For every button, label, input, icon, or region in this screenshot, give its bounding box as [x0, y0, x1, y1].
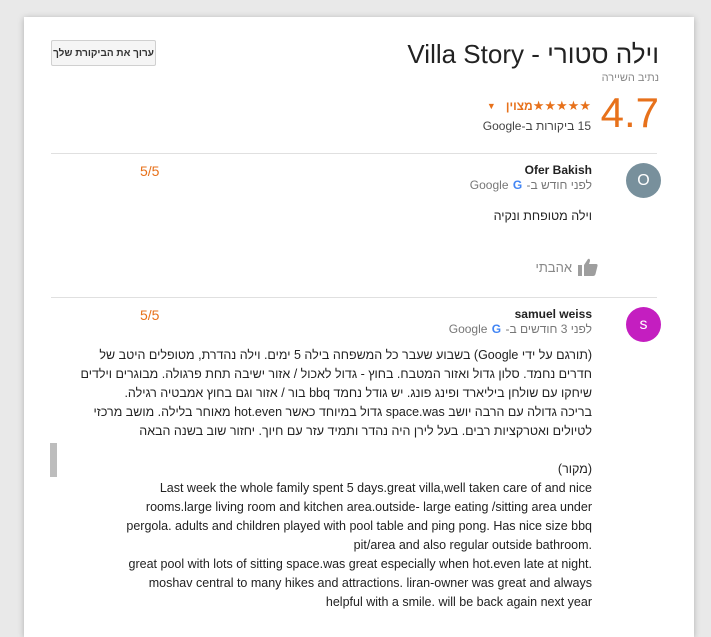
review-line: pergola. adults and children played with…: [126, 519, 592, 533]
divider: [51, 153, 657, 154]
review-original-text: Last week the whole family spent 5 days.…: [62, 479, 592, 612]
review-line: (תורגם על ידי Google) בשבוע שעבר כל המשפ…: [99, 348, 592, 362]
reviewer-name[interactable]: Ofer Bakish: [525, 163, 592, 177]
rating-summary[interactable]: ★★★★★ מצוין ▼: [487, 98, 591, 114]
thumbs-up-icon: [578, 258, 598, 276]
scrollbar-thumb[interactable]: [50, 443, 57, 477]
divider: [51, 297, 657, 298]
average-rating: 4.7: [600, 89, 659, 136]
review-source: Google: [448, 322, 488, 336]
reviewer-name[interactable]: samuel weiss: [515, 307, 592, 321]
reviews-dialog: ערוך את הביקורת שלך וילה סטורי - Villa S…: [24, 17, 694, 637]
rating-stars-icon: ★★★★★: [532, 98, 591, 113]
review-line: שיחקו עם שולחן ביליארד ופינג פונג. יש גו…: [124, 386, 592, 400]
review-line: moshav central to many hikes and attract…: [148, 576, 592, 590]
avatar[interactable]: s: [626, 307, 661, 342]
place-address: נתיב השיירה: [601, 72, 659, 84]
review-line: helpful with a smile. will be back again…: [325, 595, 592, 609]
review-count: 15 ביקורות ב-Google: [482, 119, 591, 133]
place-title: וילה סטורי - Villa Story: [407, 39, 659, 69]
review-text: וילה מטופחת ונקיה: [493, 209, 592, 223]
review-time: לפני חודש ב-: [526, 178, 593, 192]
avatar[interactable]: O: [626, 163, 661, 198]
review-line: Last week the whole family spent 5 days.…: [159, 481, 592, 495]
avatar-letter: O: [637, 171, 650, 189]
original-label: (מקור): [557, 462, 592, 476]
review-line: חדרים נחמד. סלון גדול ואזור המטבח. בחוץ …: [80, 367, 592, 381]
review-line: בריכה גדולה עם הרבה יושב space.was גדול …: [93, 405, 592, 419]
review-line: pit/area and also regular outside bathro…: [353, 538, 592, 552]
google-icon: G: [491, 322, 502, 336]
review-score: 5/5: [140, 307, 160, 323]
like-button[interactable]: אהבתי: [535, 258, 598, 276]
chevron-down-icon: ▼: [486, 101, 496, 111]
avatar-letter: s: [639, 315, 648, 333]
edit-review-button[interactable]: ערוך את הביקורת שלך: [51, 40, 156, 66]
like-label: אהבתי: [535, 259, 572, 275]
google-icon: G: [512, 178, 523, 192]
review-meta: לפני חודש ב- G Google: [470, 178, 592, 192]
review-line: לטיולים ואטרקציות רבים. בעל לירן היה נהד…: [139, 424, 592, 438]
review-meta: לפני 3 חודשים ב- G Google: [449, 322, 592, 336]
rating-word: מצוין: [505, 99, 533, 113]
review-time: לפני 3 חודשים ב-: [505, 322, 592, 336]
review-line: rooms.large living room and kitchen area…: [145, 500, 592, 514]
review-translated-text: (תורגם על ידי Google) בשבוע שעבר כל המשפ…: [62, 346, 592, 612]
review-source: Google: [469, 178, 509, 192]
review-score: 5/5: [140, 163, 160, 179]
review-line: great pool with lots of sitting space.wa…: [128, 557, 592, 571]
